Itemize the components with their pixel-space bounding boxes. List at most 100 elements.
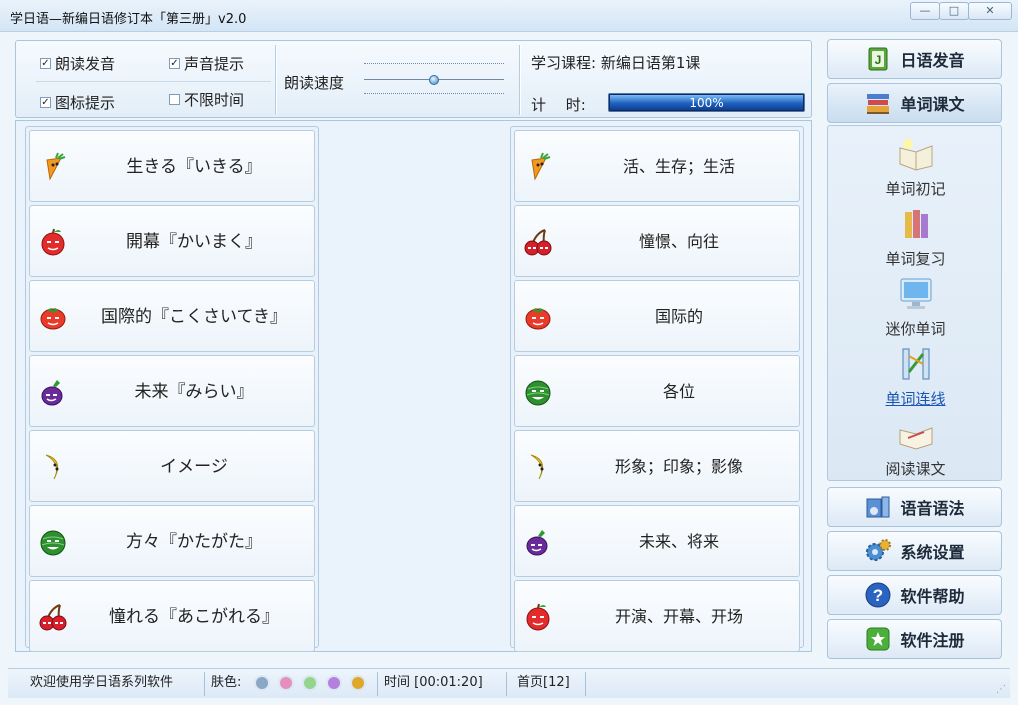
- japanese-word-column: 生きる『いきる』 開幕『かいまく』国際的『こくさいてき』 未来『みらい』 イメージ方々…: [25, 126, 319, 652]
- eggplant-icon: [38, 377, 68, 407]
- stacked-books-icon: [867, 94, 890, 114]
- skin-color-swatch[interactable]: [278, 675, 294, 691]
- skin-color-swatch[interactable]: [350, 675, 366, 691]
- timer-progress-bar: 100%: [608, 93, 805, 112]
- left-word-label: 未来『みらい』: [134, 382, 254, 402]
- checkbox-box: ✓: [169, 58, 180, 69]
- star-plus-icon: [866, 627, 890, 651]
- skin-label: 肤色:: [211, 675, 242, 690]
- sidebar: J 日语发音 单词课文 单词初记 单词复习 迷你单词 单词连线 阅读课文 语音语…: [823, 33, 1008, 665]
- right-word-label: 活、生存；生活: [622, 157, 735, 176]
- right-word-card[interactable]: 憧憬、向往: [514, 205, 800, 277]
- register-button[interactable]: 软件注册: [827, 619, 1002, 659]
- right-word-card[interactable]: 国际的: [514, 280, 800, 352]
- sound-hint-checkbox[interactable]: ✓ 声音提示: [169, 53, 244, 74]
- tomato-icon: [38, 302, 68, 332]
- left-word-label: 開幕『かいまく』: [126, 232, 262, 252]
- books-icon: [904, 210, 928, 238]
- reading-book-icon: [899, 427, 932, 450]
- options-panel: ✓ 朗读发音 ✓ 声音提示 ✓ 图标提示 不限时间 朗读速度 学习课程: 新编日…: [15, 40, 812, 118]
- submenu-item-read-text[interactable]: 阅读课文: [828, 414, 1003, 479]
- left-word-card[interactable]: 国際的『こくさいてき』: [29, 280, 315, 352]
- left-word-card[interactable]: 開幕『かいまく』: [29, 205, 315, 277]
- apple-icon: [38, 227, 68, 257]
- help-button[interactable]: ? 软件帮助: [827, 575, 1002, 615]
- toolbar-separator: [519, 45, 521, 115]
- pronunciation-label: 日语发音: [900, 51, 965, 70]
- skin-color-swatch[interactable]: [326, 675, 342, 691]
- right-word-label: 形象；印象；影像: [614, 457, 743, 476]
- left-word-label: 生きる『いきる』: [126, 157, 262, 177]
- left-word-label: イメージ: [160, 457, 228, 477]
- right-word-label: 未来、将来: [638, 532, 719, 551]
- eggplant-icon: [523, 527, 553, 557]
- right-word-card[interactable]: 开演、开幕、开场: [514, 580, 800, 652]
- minimize-button[interactable]: —: [910, 2, 940, 20]
- left-word-card[interactable]: イメージ: [29, 430, 315, 502]
- speaker-books-icon: [866, 496, 890, 518]
- right-word-card[interactable]: 活、生存；生活: [514, 130, 800, 202]
- right-word-card[interactable]: 形象；印象；影像: [514, 430, 800, 502]
- read-aloud-checkbox[interactable]: ✓ 朗读发音: [40, 53, 115, 74]
- banana-icon: [523, 452, 553, 482]
- svg-text:J: J: [875, 53, 882, 67]
- left-word-label: 国際的『こくさいてき』: [101, 307, 287, 327]
- slider-thumb[interactable]: [429, 75, 439, 85]
- right-word-card[interactable]: 各位: [514, 355, 800, 427]
- read-aloud-label: 朗读发音: [55, 55, 116, 73]
- status-separator: [377, 672, 378, 696]
- pronunciation-button[interactable]: J 日语发音: [827, 39, 1002, 79]
- submenu-label: 单词连线: [885, 390, 946, 408]
- submenu-item-first-memorize[interactable]: 单词初记: [828, 134, 1003, 199]
- monitor-icon: [900, 278, 931, 309]
- left-word-label: 方々『かたがた』: [126, 532, 262, 552]
- right-word-label: 憧憬、向往: [638, 232, 719, 251]
- right-word-label: 各位: [662, 382, 695, 401]
- left-word-card[interactable]: 憧れる『あこがれる』: [29, 580, 315, 652]
- sound-hint-label: 声音提示: [184, 55, 245, 73]
- grammar-label: 语音语法: [900, 499, 965, 518]
- vocab-text-button[interactable]: 单词课文: [827, 83, 1002, 123]
- skin-color-swatch[interactable]: [254, 675, 270, 691]
- status-separator: [204, 672, 205, 696]
- right-word-card[interactable]: 未来、将来: [514, 505, 800, 577]
- left-word-label: 憧れる『あこがれる』: [109, 607, 279, 627]
- grammar-button[interactable]: 语音语法: [827, 487, 1002, 527]
- submenu-item-mini-words[interactable]: 迷你单词: [828, 274, 1003, 339]
- maximize-button[interactable]: □: [939, 2, 969, 20]
- left-word-card[interactable]: 未来『みらい』: [29, 355, 315, 427]
- window-title: 学日语—新编日语修订本「第三册」v2.0: [10, 12, 247, 27]
- status-bar: 欢迎使用学日语系列软件 肤色: 时间 [00:01:20] 首页[12] ⋰: [8, 668, 1010, 698]
- right-word-label: 国际的: [654, 307, 703, 326]
- vocab-submenu: 单词初记 单词复习 迷你单词 单词连线 阅读课文: [827, 125, 1002, 481]
- letter-j-book-icon: J: [868, 47, 888, 71]
- close-button[interactable]: ✕: [968, 2, 1012, 20]
- settings-button[interactable]: 系统设置: [827, 531, 1002, 571]
- course-label: 学习课程: 新编日语第1课: [531, 54, 701, 72]
- timer-label: 计 时:: [531, 96, 586, 114]
- svg-text:?: ?: [873, 586, 883, 605]
- icon-hint-label: 图标提示: [55, 94, 116, 112]
- carrot-icon: [523, 152, 553, 182]
- title-bar: 学日语—新编日语修订本「第三册」v2.0 — □ ✕: [0, 0, 1018, 32]
- status-separator: [506, 672, 507, 696]
- left-word-card[interactable]: 生きる『いきる』: [29, 130, 315, 202]
- unlimited-time-label: 不限时间: [184, 91, 245, 109]
- cherry-icon: [523, 227, 553, 257]
- left-word-card[interactable]: 方々『かたがた』: [29, 505, 315, 577]
- tomato-icon: [523, 302, 553, 332]
- unlimited-time-checkbox[interactable]: 不限时间: [169, 89, 244, 110]
- icon-hint-checkbox[interactable]: ✓ 图标提示: [40, 92, 115, 113]
- submenu-item-review[interactable]: 单词复习: [828, 204, 1003, 269]
- slider-track-bottom: [364, 93, 504, 94]
- resize-grip[interactable]: ⋰: [996, 684, 1006, 695]
- gear-icon: [866, 539, 892, 561]
- skin-color-swatch[interactable]: [302, 675, 318, 691]
- register-label: 软件注册: [900, 631, 965, 650]
- window-controls: — □ ✕: [910, 2, 1012, 20]
- slider-track-top: [364, 63, 504, 64]
- book-open-icon: [899, 139, 932, 171]
- speed-label: 朗读速度: [284, 74, 345, 92]
- checkbox-box: [169, 94, 180, 105]
- submenu-item-word-connect[interactable]: 单词连线: [828, 344, 1003, 409]
